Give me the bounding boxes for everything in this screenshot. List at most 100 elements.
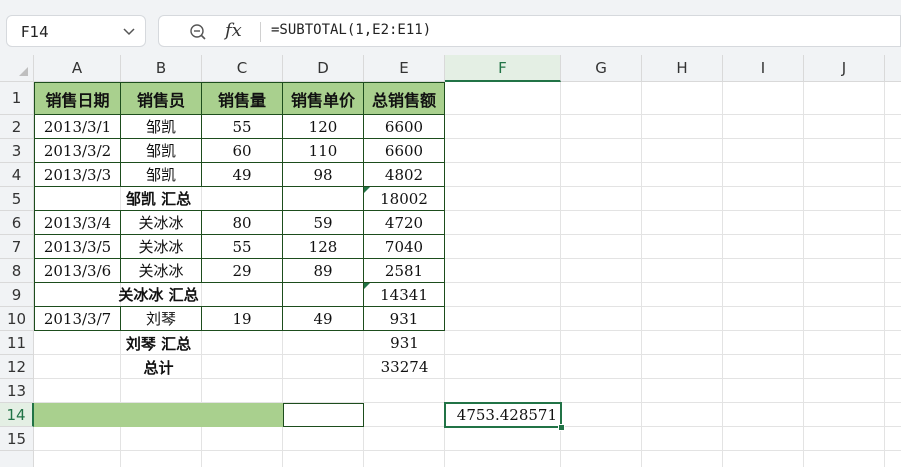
column-header-f[interactable]: F [445, 55, 561, 82]
cell-e12[interactable]: 33274 [364, 355, 445, 379]
cell-e2[interactable]: 6600 [364, 115, 445, 139]
cell-c1[interactable]: 销售量 [202, 82, 283, 115]
row-header-11[interactable]: 11 [0, 331, 34, 355]
spreadsheet-grid[interactable]: A B C D E F G H I J 1 2 3 4 5 6 7 8 9 10… [0, 55, 901, 467]
row-header-1[interactable]: 1 [0, 82, 34, 115]
formula-input-area[interactable]: fx =SUBTOTAL(1,E2:E11) [158, 15, 901, 47]
column-header-h[interactable]: H [642, 55, 723, 82]
column-header-g[interactable]: G [561, 55, 642, 82]
cell-c6[interactable]: 80 [202, 211, 283, 235]
cell-a7[interactable]: 2013/3/5 [34, 235, 121, 259]
cell-d9[interactable] [283, 283, 364, 307]
cell-e5[interactable]: 18002 [364, 187, 445, 211]
row-header-5[interactable]: 5 [0, 187, 34, 211]
row-header-6[interactable]: 6 [0, 211, 34, 235]
cell-a10[interactable]: 2013/3/7 [34, 307, 121, 331]
column-header-e[interactable]: E [364, 55, 445, 82]
cell-c2[interactable]: 55 [202, 115, 283, 139]
cell-a6[interactable]: 2013/3/4 [34, 211, 121, 235]
gridline [722, 82, 723, 467]
zoom-out-icon[interactable] [189, 23, 207, 41]
cell-a11-subtotal-label[interactable]: 刘琴 汇总 [34, 331, 283, 355]
cell-c4[interactable]: 49 [202, 163, 283, 187]
cell-e11[interactable]: 931 [364, 331, 445, 355]
cell-c7[interactable]: 55 [202, 235, 283, 259]
row-header-9[interactable]: 9 [0, 283, 34, 307]
column-header-b[interactable]: B [121, 55, 202, 82]
formula-separator [260, 22, 261, 42]
name-box[interactable]: F14 [6, 15, 146, 47]
cell-e10[interactable]: 931 [364, 307, 445, 331]
column-header-overflow [885, 55, 901, 82]
row-header-overflow [0, 451, 34, 467]
row-header-13[interactable]: 13 [0, 379, 34, 403]
cell-b8[interactable]: 关冰冰 [121, 259, 202, 283]
cell-a14-filled[interactable] [34, 403, 283, 427]
cell-e9-value: 14341 [380, 285, 428, 304]
cell-d14[interactable] [283, 403, 364, 427]
cell-e3[interactable]: 6600 [364, 139, 445, 163]
column-header-c[interactable]: C [202, 55, 283, 82]
cell-e6[interactable]: 4720 [364, 211, 445, 235]
row-header-4[interactable]: 4 [0, 163, 34, 187]
cell-b1[interactable]: 销售员 [121, 82, 202, 115]
cell-a3[interactable]: 2013/3/2 [34, 139, 121, 163]
column-header-i[interactable]: I [723, 55, 804, 82]
cell-b4[interactable]: 邹凯 [121, 163, 202, 187]
row-header-10[interactable]: 10 [0, 307, 34, 331]
gridline [884, 82, 885, 467]
cell-c8[interactable]: 29 [202, 259, 283, 283]
column-header-d[interactable]: D [283, 55, 364, 82]
cell-a9-subtotal-label[interactable]: 关冰冰 汇总 [34, 283, 283, 307]
cell-d10[interactable]: 49 [283, 307, 364, 331]
row-header-12[interactable]: 12 [0, 355, 34, 379]
row-header-8[interactable]: 8 [0, 259, 34, 283]
gridline [34, 450, 901, 451]
cell-b7[interactable]: 关冰冰 [121, 235, 202, 259]
cell-e4[interactable]: 4802 [364, 163, 445, 187]
formula-text[interactable]: =SUBTOTAL(1,E2:E11) [271, 22, 431, 38]
cell-d1[interactable]: 销售单价 [283, 82, 364, 115]
cell-a12-grand-total-label[interactable]: 总计 [34, 355, 283, 379]
function-icon[interactable]: fx [225, 20, 242, 41]
fill-handle[interactable] [558, 424, 565, 431]
cell-e9[interactable]: 14341 [364, 283, 445, 307]
row-header-15[interactable]: 15 [0, 427, 34, 451]
cell-e1[interactable]: 总销售额 [364, 82, 445, 115]
gridline [803, 82, 804, 467]
formula-warning-icon [364, 283, 370, 289]
cell-e8[interactable]: 2581 [364, 259, 445, 283]
cell-d4[interactable]: 98 [283, 163, 364, 187]
cell-a4[interactable]: 2013/3/3 [34, 163, 121, 187]
cell-a8[interactable]: 2013/3/6 [34, 259, 121, 283]
cell-d6[interactable]: 59 [283, 211, 364, 235]
name-box-value: F14 [21, 23, 49, 41]
cell-c10[interactable]: 19 [202, 307, 283, 331]
cell-d7[interactable]: 128 [283, 235, 364, 259]
cell-b6[interactable]: 关冰冰 [121, 211, 202, 235]
formula-warning-icon [364, 187, 370, 193]
column-header-j[interactable]: J [804, 55, 885, 82]
cell-d5[interactable] [283, 187, 364, 211]
cell-e7[interactable]: 7040 [364, 235, 445, 259]
gridline [641, 82, 642, 467]
cell-b3[interactable]: 邹凯 [121, 139, 202, 163]
row-header-3[interactable]: 3 [0, 139, 34, 163]
row-header-7[interactable]: 7 [0, 235, 34, 259]
chevron-down-icon[interactable] [123, 27, 135, 37]
column-header-a[interactable]: A [34, 55, 121, 82]
cell-e5-value: 18002 [380, 189, 428, 208]
cell-c3[interactable]: 60 [202, 139, 283, 163]
cell-d3[interactable]: 110 [283, 139, 364, 163]
cell-d8[interactable]: 89 [283, 259, 364, 283]
cell-d2[interactable]: 120 [283, 115, 364, 139]
row-header-14[interactable]: 14 [0, 403, 34, 427]
select-all-corner[interactable] [0, 55, 34, 82]
cell-f14-selected[interactable]: 4753.428571 [444, 402, 562, 428]
cell-b2[interactable]: 邹凯 [121, 115, 202, 139]
cell-a1[interactable]: 销售日期 [34, 82, 121, 115]
row-header-2[interactable]: 2 [0, 115, 34, 139]
cell-a2[interactable]: 2013/3/1 [34, 115, 121, 139]
cell-a5-subtotal-label[interactable]: 邹凯 汇总 [34, 187, 283, 211]
cell-b10[interactable]: 刘琴 [121, 307, 202, 331]
